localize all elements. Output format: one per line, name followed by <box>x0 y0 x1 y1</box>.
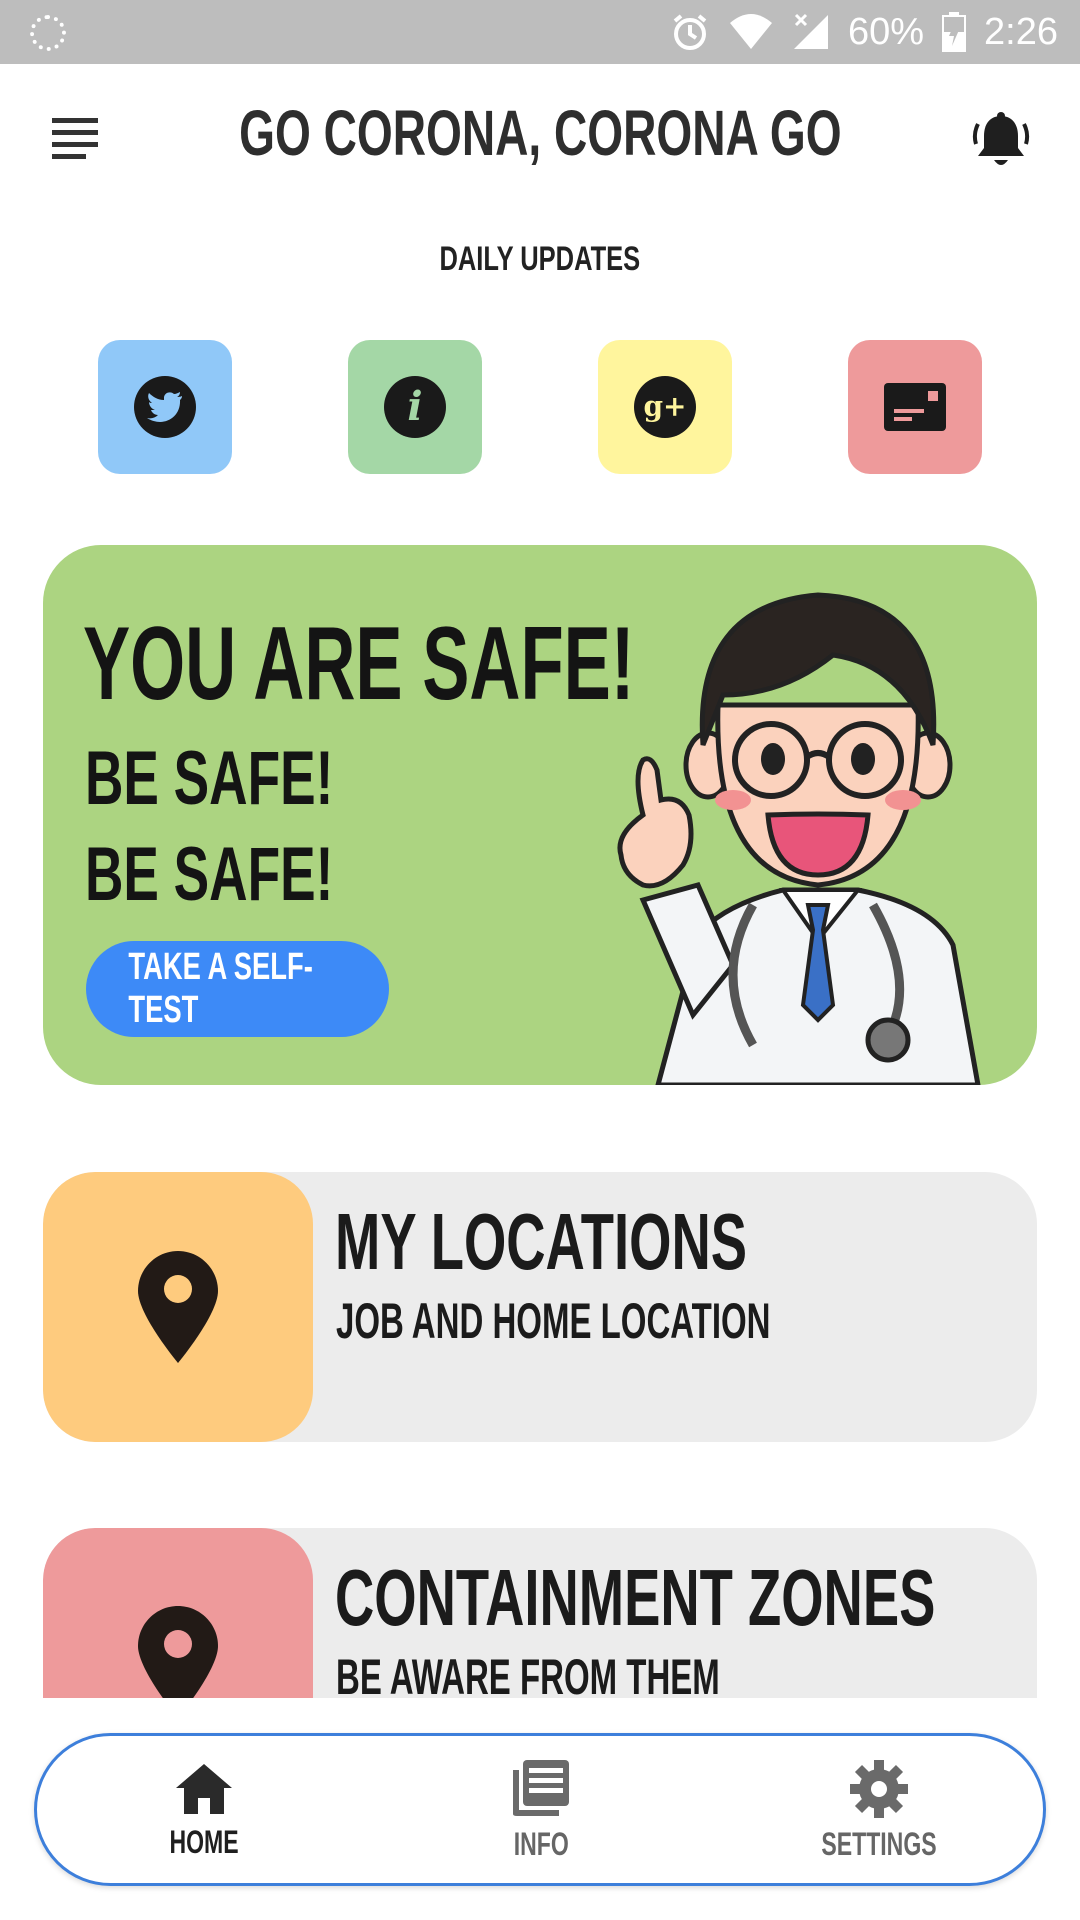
containment-zones-title: CONTAINMENT ZONES <box>335 1553 936 1642</box>
twitter-button[interactable] <box>98 340 232 474</box>
daily-updates-label: DAILY UPDATES <box>439 240 641 278</box>
gear-icon <box>850 1760 908 1818</box>
battery-icon <box>942 12 967 52</box>
bell-icon[interactable] <box>970 110 1032 172</box>
home-icon <box>176 1764 232 1814</box>
alarm-icon <box>673 14 707 50</box>
loading-icon <box>30 15 66 51</box>
info-icon: i <box>384 376 446 438</box>
map-pin-icon <box>138 1606 218 1698</box>
doctor-illustration <box>617 592 981 1085</box>
nav-home-label: HOME <box>169 1824 239 1860</box>
news-button[interactable] <box>848 340 982 474</box>
safety-line-2: BE SAFE! <box>85 832 334 917</box>
newspaper-icon <box>513 1760 569 1816</box>
my-locations-card[interactable]: MY LOCATIONS JOB AND HOME LOCATION <box>43 1172 1037 1442</box>
info-button[interactable]: i <box>348 340 482 474</box>
containment-zones-card[interactable]: CONTAINMENT ZONES BE AWARE FROM THEM <box>43 1528 1037 1698</box>
signal-icon <box>793 13 828 49</box>
clock: 2:26 <box>984 10 1058 53</box>
bottom-navigation: HOME INFO SETTINGS <box>34 1733 1046 1886</box>
nav-info[interactable]: INFO <box>441 1736 641 1886</box>
map-pin-icon <box>138 1251 218 1363</box>
nav-settings-label: SETTINGS <box>821 1826 937 1862</box>
page-title: GO CORONA, CORONA GO <box>238 97 842 169</box>
twitter-icon <box>134 376 196 438</box>
battery-percent: 60% <box>847 10 925 53</box>
nav-info-label: INFO <box>513 1826 569 1862</box>
safety-line-1: BE SAFE! <box>85 736 334 821</box>
nav-settings[interactable]: SETTINGS <box>779 1736 979 1886</box>
nav-home[interactable]: HOME <box>104 1736 304 1886</box>
google-plus-button[interactable]: g+ <box>598 340 732 474</box>
containment-zones-subtitle: BE AWARE FROM THEM <box>336 1649 720 1698</box>
safety-status-card: YOU ARE SAFE! BE SAFE! BE SAFE! TAKE A S… <box>43 545 1037 1085</box>
google-plus-icon: g+ <box>634 376 696 438</box>
my-locations-subtitle: JOB AND HOME LOCATION <box>336 1293 771 1349</box>
status-bar: 60% 2:26 <box>0 0 1080 64</box>
my-locations-icon-box <box>43 1172 313 1442</box>
wifi-icon <box>729 14 772 49</box>
news-card-icon <box>884 383 946 431</box>
my-locations-title: MY LOCATIONS <box>335 1197 748 1286</box>
self-test-button[interactable]: TAKE A SELF-TEST <box>86 941 389 1037</box>
status-icons: 60% 2:26 <box>670 0 1058 64</box>
containment-zones-icon-box <box>43 1528 313 1698</box>
